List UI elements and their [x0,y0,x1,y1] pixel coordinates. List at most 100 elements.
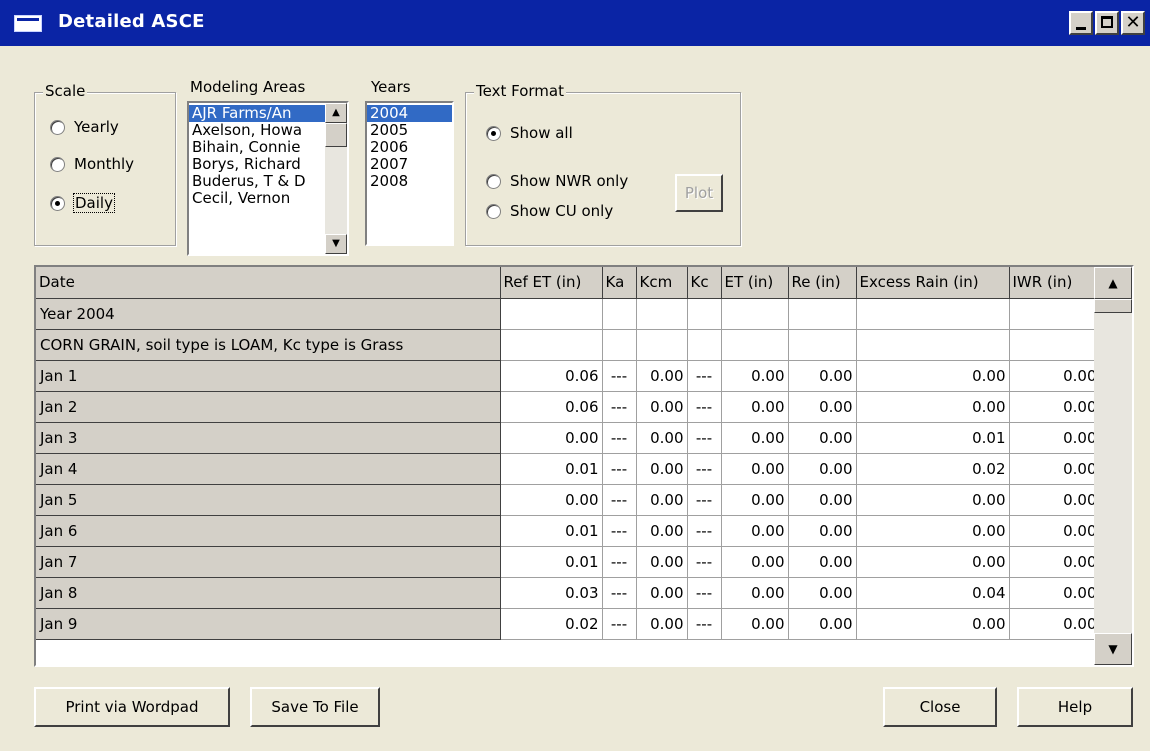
radio-label: Yearly [74,118,119,136]
grid-scrollbar[interactable]: ▲ ▼ [1094,267,1132,665]
value-cell: 0.00 [788,453,857,485]
value-cell: 0.00 [721,608,789,640]
table-row[interactable]: Jan 1 0.06 --- 0.00 --- 0.00 0.00 0.00 0.00 [36,360,1101,392]
table-row[interactable]: Jan 7 0.01 --- 0.00 --- 0.00 0.00 0.00 0.00 [36,546,1101,578]
value-cell: --- [687,453,722,485]
column-header[interactable]: Date [36,267,501,299]
table-row[interactable]: Jan 6 0.01 --- 0.00 --- 0.00 0.00 0.00 0.00 [36,515,1101,547]
value-cell: 0.00 [1009,484,1101,516]
date-cell: Jan 7 [36,546,501,578]
column-header[interactable]: Ka [602,267,637,299]
modeling-areas-scrollbar[interactable]: ▲ ▼ [325,103,347,254]
table-row[interactable]: Jan 2 0.06 --- 0.00 --- 0.00 0.00 0.00 0.00 [36,391,1101,423]
column-header[interactable]: Re (in) [788,267,857,299]
table-row[interactable]: Jan 5 0.00 --- 0.00 --- 0.00 0.00 0.00 0.00 [36,484,1101,516]
scale-group: Scale Yearly Monthly Daily [34,82,176,246]
value-cell: --- [602,391,637,423]
value-cell: 0.00 [636,577,688,609]
list-item[interactable]: Axelson, Howa [189,122,329,139]
radio-label: Show NWR only [510,172,629,190]
list-item[interactable]: 2004 [367,105,452,122]
plot-button[interactable]: Plot [675,174,723,212]
value-cell: 0.00 [636,484,688,516]
close-button[interactable]: Close [883,687,997,727]
maximize-button[interactable] [1095,11,1119,35]
maximize-icon [1101,16,1113,28]
text-format-group: Text Format Show all Show NWR only Show … [465,82,741,246]
value-cell: --- [602,422,637,454]
window-title: Detailed ASCE [58,11,205,32]
show-all-radio[interactable]: Show all [486,124,573,142]
minimize-icon [1076,27,1086,30]
list-item[interactable]: AJR Farms/An [189,105,329,122]
list-item[interactable]: Borys, Richard [189,156,329,173]
list-item[interactable]: 2007 [367,156,452,173]
list-item[interactable]: 2006 [367,139,452,156]
scroll-up-arrow-icon[interactable]: ▲ [1094,267,1132,299]
title-bar[interactable]: Detailed ASCE ✕ [0,0,1150,46]
scroll-down-arrow-icon[interactable]: ▼ [325,234,347,254]
close-icon: ✕ [1125,12,1141,33]
modeling-areas-listbox[interactable]: AJR Farms/An Axelson, Howa Bihain, Conni… [187,101,349,256]
print-via-wordpad-button[interactable]: Print via Wordpad [34,687,230,727]
column-header[interactable]: Excess Rain (in) [856,267,1010,299]
radio-circle[interactable] [486,173,501,189]
value-cell: --- [602,515,637,547]
radio-circle-selected[interactable] [50,195,65,211]
show-cu-only-radio[interactable]: Show CU only [486,202,613,220]
date-cell: Jan 3 [36,422,501,454]
data-grid[interactable]: Date Ref ET (in) Ka Kcm Kc ET (in) Re (i… [34,265,1134,667]
help-button[interactable]: Help [1017,687,1133,727]
scroll-thumb[interactable] [1094,299,1132,313]
radio-circle[interactable] [50,156,65,172]
value-cell: 0.03 [500,577,603,609]
column-header[interactable]: Kcm [636,267,688,299]
window-icon [14,15,42,32]
scroll-down-arrow-icon[interactable]: ▼ [1094,633,1132,665]
column-header[interactable]: Kc [687,267,722,299]
table-row[interactable]: Jan 4 0.01 --- 0.00 --- 0.00 0.00 0.02 0.00 [36,453,1101,485]
scale-monthly-radio[interactable]: Monthly [50,155,134,173]
minimize-button[interactable] [1069,11,1093,35]
show-nwr-only-radio[interactable]: Show NWR only [486,172,628,190]
table-row[interactable]: Jan 3 0.00 --- 0.00 --- 0.00 0.00 0.01 0.00 [36,422,1101,454]
list-item[interactable]: 2008 [367,173,452,190]
close-window-button[interactable]: ✕ [1121,11,1145,35]
scroll-thumb[interactable] [325,123,347,147]
scale-yearly-radio[interactable]: Yearly [50,118,119,136]
date-cell: Jan 6 [36,515,501,547]
list-item[interactable]: Buderus, T & D [189,173,329,190]
column-header[interactable]: Ref ET (in) [500,267,603,299]
radio-circle[interactable] [50,119,65,135]
save-to-file-button[interactable]: Save To File [250,687,380,727]
list-item[interactable]: Bihain, Connie [189,139,329,156]
detailed-asce-window: Detailed ASCE ✕ Scale Yearly Monthly Dai… [0,0,1150,751]
value-cell: 0.02 [856,453,1010,485]
column-header[interactable]: IWR (in) [1009,267,1101,299]
list-item[interactable]: 2005 [367,122,452,139]
table-row[interactable]: Jan 8 0.03 --- 0.00 --- 0.00 0.00 0.04 0.00 [36,577,1101,609]
table-row[interactable]: Jan 9 0.02 --- 0.00 --- 0.00 0.00 0.00 0.00 [36,608,1101,640]
value-cell: 0.00 [1009,422,1101,454]
table-section-row: Year 2004 [36,298,1101,330]
years-label: Years [371,78,411,96]
value-cell: 0.00 [856,360,1010,392]
radio-circle-selected[interactable] [486,125,501,141]
value-cell: 0.00 [636,546,688,578]
value-cell: 0.06 [500,360,603,392]
column-header[interactable]: ET (in) [721,267,789,299]
scale-daily-radio[interactable]: Daily [50,193,115,213]
value-cell: 0.00 [856,484,1010,516]
scroll-up-arrow-icon[interactable]: ▲ [325,103,347,123]
radio-circle[interactable] [486,203,501,219]
value-cell: 0.00 [721,515,789,547]
value-cell: 0.00 [856,515,1010,547]
value-cell: 0.01 [500,546,603,578]
table-header-row: Date Ref ET (in) Ka Kcm Kc ET (in) Re (i… [36,267,1101,299]
years-listbox[interactable]: 2004 2005 2006 2007 2008 [365,101,454,246]
value-cell: 0.00 [1009,577,1101,609]
list-item[interactable]: Cecil, Vernon [189,190,329,207]
section-label: CORN GRAIN, soil type is LOAM, Kc type i… [36,329,501,361]
date-cell: Jan 2 [36,391,501,423]
value-cell: --- [687,515,722,547]
